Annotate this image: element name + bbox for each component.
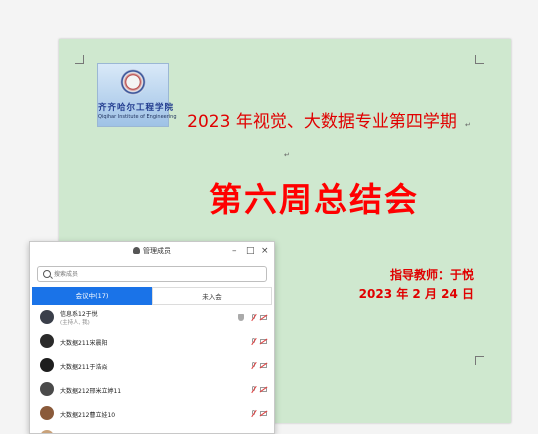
logo-name-cn: 齐齐哈尔工程学院 [98, 103, 175, 113]
mic-muted-icon[interactable] [251, 410, 257, 417]
member-row[interactable]: 信息系12于悦 (主持人, 我) [30, 306, 274, 330]
avatar [40, 382, 54, 396]
avatar [40, 358, 54, 372]
members-icon [133, 247, 140, 254]
member-name: 大数据212曹立娃10 [60, 412, 116, 419]
member-row[interactable]: 大数据211于浩焱 [30, 354, 274, 378]
camera-off-icon[interactable] [260, 363, 267, 368]
avatar [40, 430, 54, 433]
search-icon [43, 270, 51, 278]
member-search-box[interactable] [37, 266, 267, 282]
camera-off-icon[interactable] [260, 387, 267, 392]
document-title: 2023 年视觉、大数据专业第四学期 [187, 112, 457, 132]
member-role: (主持人, 我) [60, 320, 90, 326]
crop-mark-top-right [475, 55, 484, 64]
member-row[interactable]: 大数据212曹立娃10 [30, 402, 274, 426]
minimize-button[interactable]: – [232, 245, 237, 257]
member-name: 大数据212邢米立婷11 [60, 388, 122, 395]
crop-mark-top-left [75, 55, 84, 64]
document-subtitle: 第六周总结会 [209, 180, 419, 219]
dialog-title: 管理成员 [143, 247, 171, 255]
camera-off-icon[interactable] [260, 339, 267, 344]
member-row[interactable]: 大数据212邢米立婷11 [30, 378, 274, 402]
member-tabs: 会议中(17) 未入会 [32, 287, 272, 305]
tab-in-meeting[interactable]: 会议中(17) [32, 287, 152, 305]
member-list: 信息系12于悦 (主持人, 我) 大数据211宋晨阳 大数据211于浩焱 大数据… [30, 306, 274, 433]
paragraph-mark-icon: ↵ [389, 199, 395, 207]
host-shield-icon [238, 314, 244, 321]
paragraph-mark-icon: ↵ [284, 151, 290, 159]
close-button[interactable]: × [261, 245, 269, 257]
maximize-button[interactable]: □ [246, 245, 255, 257]
tab-not-joined[interactable]: 未入会 [152, 287, 272, 305]
mic-muted-icon[interactable] [251, 338, 257, 345]
teacher-line: 指导教师：于悦 [389, 268, 474, 282]
mic-muted-icon[interactable] [251, 314, 257, 321]
camera-off-icon[interactable] [260, 411, 267, 416]
member-row[interactable]: 大数据211宋晨阳 [30, 330, 274, 354]
avatar [40, 334, 54, 348]
avatar [40, 310, 54, 324]
school-emblem-icon [120, 69, 146, 95]
school-logo: 齐齐哈尔工程学院 Qiqihar Institute of Engineerin… [97, 63, 177, 127]
paragraph-mark-icon: ↵ [465, 121, 471, 129]
member-search-input[interactable] [54, 268, 254, 280]
camera-off-icon[interactable] [260, 315, 267, 320]
mic-muted-icon[interactable] [251, 386, 257, 393]
avatar [40, 406, 54, 420]
member-name: 大数据211宋晨阳 [60, 340, 108, 347]
crop-mark-bottom-right [475, 356, 484, 365]
dialog-titlebar[interactable]: 管理成员 – □ × [30, 242, 274, 262]
mic-muted-icon[interactable] [251, 362, 257, 369]
manage-members-dialog: 管理成员 – □ × 会议中(17) 未入会 信息系12于悦 (主持人, 我) … [29, 241, 275, 434]
date-line: 2023 年 2 月 24 日 [358, 287, 474, 301]
logo-name-en: Qiqihar Institute of Engineering [98, 114, 177, 120]
member-name: 大数据211于浩焱 [60, 364, 108, 371]
member-row[interactable] [30, 426, 274, 433]
member-name: 信息系12于悦 [60, 311, 98, 318]
